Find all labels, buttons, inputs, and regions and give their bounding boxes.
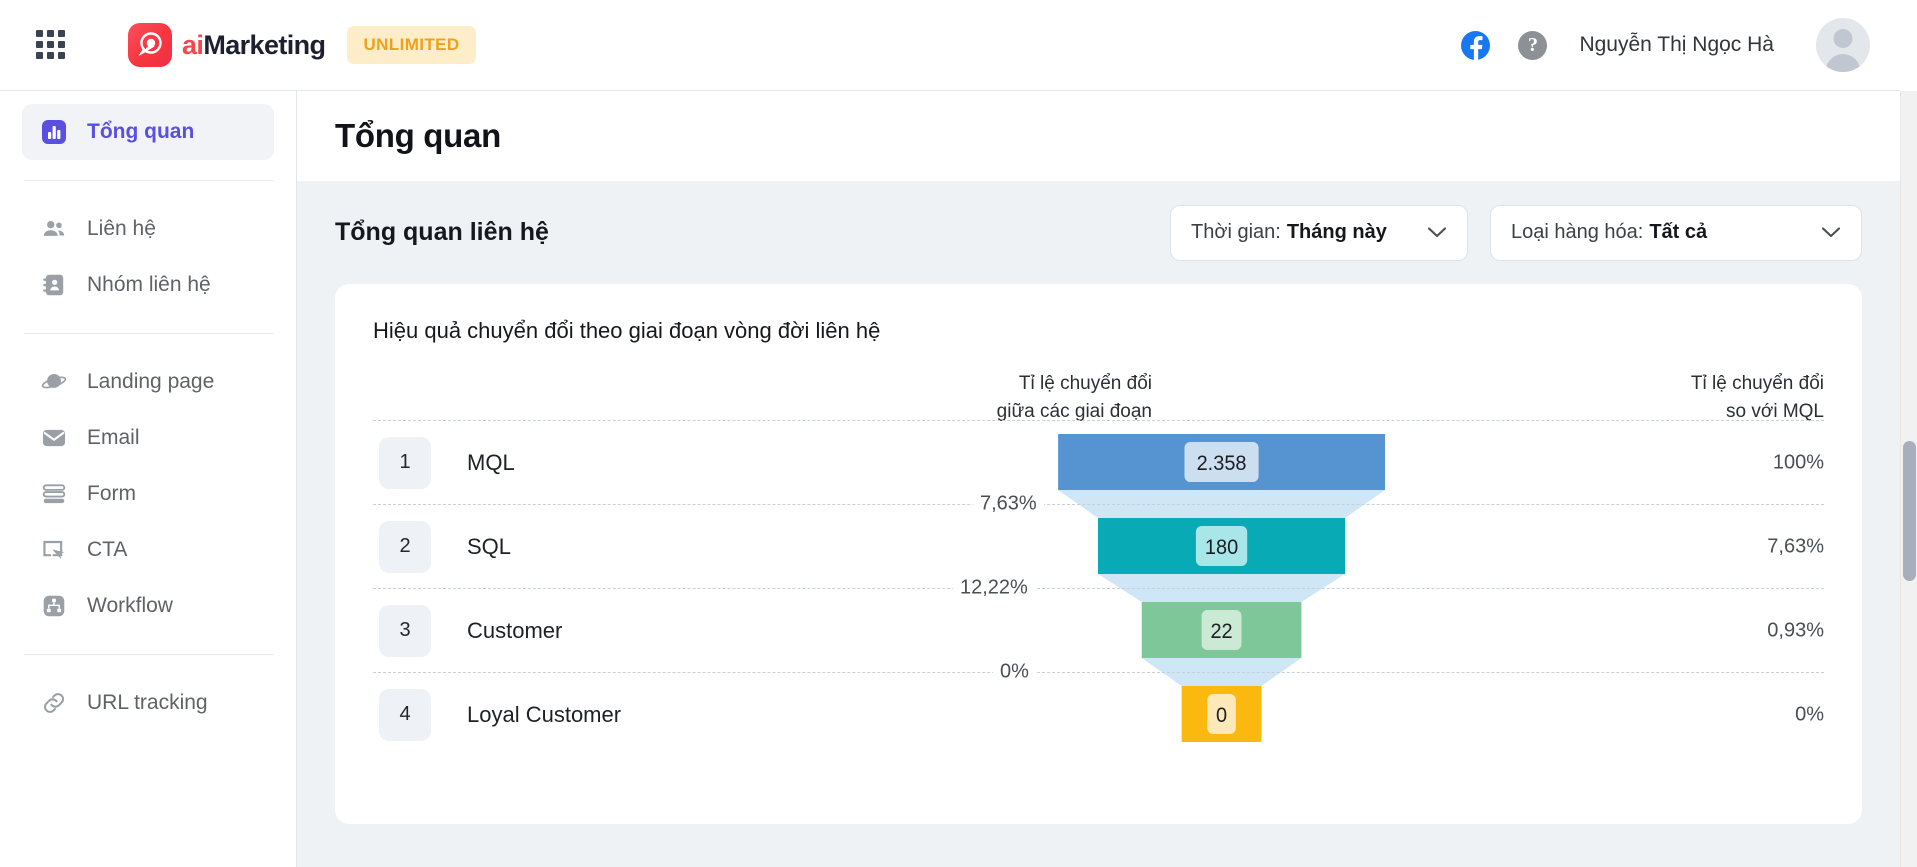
top-bar: aiMarketing UNLIMITED ? Nguyễn Thị Ngọc … (0, 0, 1900, 91)
column-headers: Tỉ lệ chuyển đổi giữa các giai đoạn Tỉ l… (373, 344, 1824, 422)
stage-rank: 3 (379, 604, 431, 657)
sidebar-item-label: Form (87, 482, 136, 505)
sidebar: Tổng quan Liên hệ Nhóm liên hệ Landing p… (0, 91, 297, 867)
brand-name-suffix: Marketing (203, 29, 326, 60)
sidebar-item-label: Liên hệ (87, 217, 156, 240)
sidebar-item-form[interactable]: Form (22, 466, 274, 522)
sidebar-item-lien-he[interactable]: Liên hệ (22, 201, 274, 257)
sidebar-divider (24, 180, 274, 181)
page-scrollbar-thumb[interactable] (1903, 441, 1916, 581)
facebook-icon[interactable] (1461, 30, 1491, 60)
time-filter-dropdown[interactable]: Thời gian: Tháng này (1170, 204, 1468, 261)
apps-grid-dot (58, 52, 65, 59)
sidebar-item-url-tracking[interactable]: URL tracking (22, 675, 274, 731)
plan-badge: UNLIMITED (347, 26, 476, 64)
people-icon (40, 215, 68, 243)
stage-rank: 4 (379, 688, 431, 741)
table-row[interactable]: 4 Loyal Customer 0% (373, 672, 1824, 756)
bar-chart-icon (40, 118, 68, 146)
user-name: Nguyễn Thị Ngọc Hà (1579, 33, 1774, 56)
stage-name: Customer (467, 617, 563, 643)
page-title: Tổng quan (335, 117, 501, 154)
time-filter-value: Tháng này (1286, 221, 1387, 243)
form-lines-icon (40, 480, 68, 508)
sidebar-item-label: CTA (87, 538, 128, 561)
product-type-filter-dropdown[interactable]: Loại hàng hóa: Tất cả (1490, 204, 1862, 261)
question-mark-icon[interactable]: ? (1518, 30, 1548, 60)
chevron-down-icon (1799, 226, 1841, 239)
sidebar-item-workflow[interactable]: Workflow (22, 578, 274, 634)
brand-name: aiMarketing (182, 29, 326, 61)
mql-conversion-value: 0% (1795, 703, 1824, 725)
planet-icon (40, 368, 68, 396)
apps-grid-dot (36, 41, 43, 48)
contact-book-icon (40, 271, 68, 299)
mql-conversion-value: 7,63% (1767, 535, 1824, 557)
section-header: Tổng quan liên hệ Thời gian: Tháng này L… (297, 181, 1900, 284)
main-content: Tổng quan Tổng quan liên hệ Thời gian: T… (297, 91, 1900, 867)
stage-name: SQL (467, 533, 512, 559)
sidebar-item-nhom-lien-he[interactable]: Nhóm liên hệ (22, 257, 274, 313)
apps-grid-dot (36, 52, 43, 59)
section-title: Tổng quan liên hệ (335, 218, 549, 246)
apps-grid-dot (47, 41, 54, 48)
sidebar-item-label: Nhóm liên hệ (87, 273, 211, 296)
sidebar-item-cta[interactable]: CTA (22, 522, 274, 578)
stage-rank: 1 (379, 436, 431, 489)
column-header-line1: Tỉ lệ chuyển đổi (1690, 373, 1824, 394)
top-bar-actions: ? Nguyễn Thị Ngọc Hà (1461, 18, 1870, 72)
envelope-icon (40, 424, 68, 452)
link-icon (40, 689, 68, 717)
filter-bar: Thời gian: Tháng này Loại hàng hóa: Tất … (1170, 204, 1862, 261)
chart-title: Hiệu quả chuyển đổi theo giai đoạn vòng … (373, 318, 881, 343)
cursor-click-icon (40, 536, 68, 564)
sidebar-item-label: Tổng quan (87, 120, 195, 143)
stage-conversion-value: 12,22% (953, 576, 1035, 600)
stage-rank: 2 (379, 520, 431, 573)
brand-name-prefix: ai (182, 29, 204, 60)
sidebar-item-landing-page[interactable]: Landing page (22, 354, 274, 410)
apps-grid-dot (47, 30, 54, 37)
mql-conversion-value: 0,93% (1767, 619, 1824, 641)
brand-logo[interactable]: aiMarketing UNLIMITED (128, 23, 476, 67)
apps-grid-dot (47, 52, 54, 59)
table-row[interactable]: 3 Customer 0,93% (373, 588, 1824, 672)
sidebar-item-label: Workflow (87, 594, 173, 617)
table-row[interactable]: 2 SQL 7,63% (373, 504, 1824, 588)
time-filter-label: Thời gian: (1191, 221, 1281, 243)
column-header-stage-conversion: Tỉ lệ chuyển đổi giữa các giai đoạn (997, 370, 1152, 425)
table-row[interactable]: 1 MQL 100% (373, 420, 1824, 504)
product-type-filter-label: Loại hàng hóa: (1511, 221, 1644, 243)
sidebar-item-label: URL tracking (87, 691, 208, 714)
apps-grid-dot (58, 30, 65, 37)
sidebar-item-label: Landing page (87, 370, 215, 393)
page-scrollbar-track[interactable] (1900, 91, 1917, 867)
aimarketing-logo-icon (128, 23, 172, 67)
sidebar-item-email[interactable]: Email (22, 410, 274, 466)
workflow-icon (40, 592, 68, 620)
funnel-chart: 2.358 180 22 0 1 MQL 100% 2 SQL 7,63% 3 Cus… (373, 420, 1824, 756)
apps-grid-dot (58, 41, 65, 48)
sidebar-item-label: Email (87, 426, 140, 449)
column-header-mql-conversion: Tỉ lệ chuyển đổi so với MQL (1691, 370, 1824, 425)
sidebar-divider (24, 333, 274, 334)
mql-conversion-value: 100% (1772, 451, 1824, 473)
sidebar-item-tong-quan[interactable]: Tổng quan (22, 104, 274, 160)
sidebar-divider (24, 654, 274, 655)
funnel-card: Hiệu quả chuyển đổi theo giai đoạn vòng … (335, 284, 1862, 824)
stage-conversion-value: 7,63% (973, 492, 1044, 516)
stage-name: MQL (467, 449, 515, 475)
column-header-line1: Tỉ lệ chuyển đổi (1018, 373, 1152, 394)
apps-grid-icon[interactable] (36, 30, 66, 60)
chevron-down-icon (1405, 226, 1447, 239)
product-type-filter-value: Tất cả (1649, 221, 1708, 243)
apps-grid-dot (36, 30, 43, 37)
stage-name: Loyal Customer (467, 701, 622, 727)
stage-conversion-value: 0% (993, 660, 1036, 684)
page-header: Tổng quan (297, 91, 1900, 181)
avatar[interactable] (1816, 18, 1870, 72)
